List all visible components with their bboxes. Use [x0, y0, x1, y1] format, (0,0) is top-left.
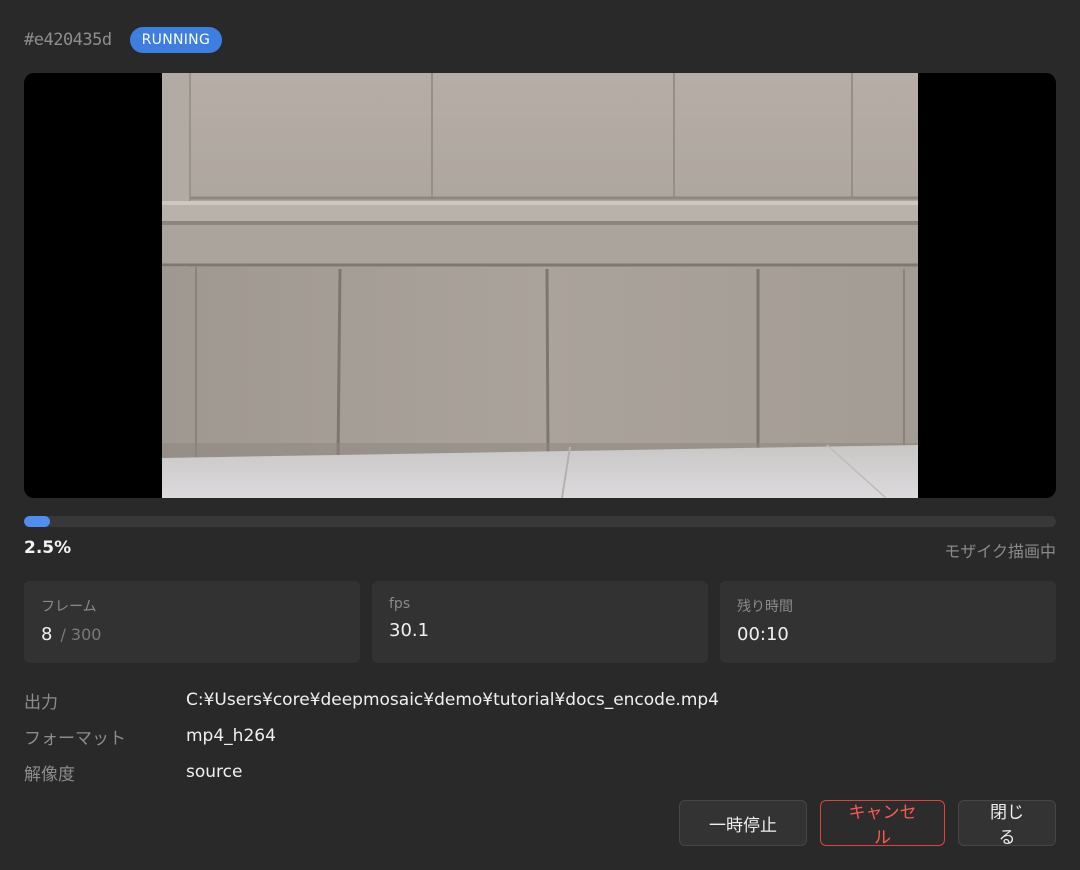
info-row-format: フォーマット mp4_h264 [24, 718, 719, 754]
output-path: C:¥Users¥core¥deepmosaic¥demo¥tutorial¥d… [186, 690, 719, 710]
stat-remaining-value: 00:10 [737, 624, 789, 645]
stats-row: フレーム 8 / 300 fps 30.1 残り時間 00:10 [24, 581, 1056, 663]
progress-bar [24, 516, 1056, 527]
progress-stage: モザイク描画中 [944, 542, 1056, 561]
progress-percent: 2.5% [24, 538, 72, 558]
info-row-output: 出力 C:¥Users¥core¥deepmosaic¥demo¥tutoria… [24, 682, 719, 718]
stat-fps-value: 30.1 [389, 620, 430, 641]
preview-frame-image [162, 73, 918, 498]
action-bar: 一時停止 キャンセル 閉じる [679, 800, 1056, 848]
video-preview [24, 73, 1056, 498]
preview-frame [162, 73, 918, 498]
resolution-value: source [186, 762, 243, 782]
format-label: フォーマット [24, 728, 126, 749]
cancel-button[interactable]: キャンセル [820, 800, 945, 848]
progress-fill [24, 516, 50, 527]
job-info: 出力 C:¥Users¥core¥deepmosaic¥demo¥tutoria… [24, 682, 719, 790]
stat-remaining-label: 残り時間 [737, 599, 793, 615]
stat-frames-label: フレーム [41, 599, 97, 615]
output-label: 出力 [24, 692, 58, 713]
stat-fps: fps 30.1 [372, 581, 708, 663]
stat-fps-label: fps [389, 596, 411, 612]
stat-frames-value: 8 [41, 624, 53, 645]
close-button[interactable]: 閉じる [958, 800, 1056, 848]
format-value: mp4_h264 [186, 726, 276, 746]
job-header: #e420435d RUNNING [24, 24, 223, 56]
pause-button[interactable]: 一時停止 [679, 800, 807, 846]
resolution-label: 解像度 [24, 764, 75, 785]
stat-remaining: 残り時間 00:10 [720, 581, 1056, 663]
job-id: #e420435d [24, 30, 112, 50]
status-badge: RUNNING [129, 27, 223, 53]
stat-frames: フレーム 8 / 300 [24, 581, 360, 663]
info-row-resolution: 解像度 source [24, 754, 719, 790]
stat-frames-total: / 300 [60, 625, 102, 644]
